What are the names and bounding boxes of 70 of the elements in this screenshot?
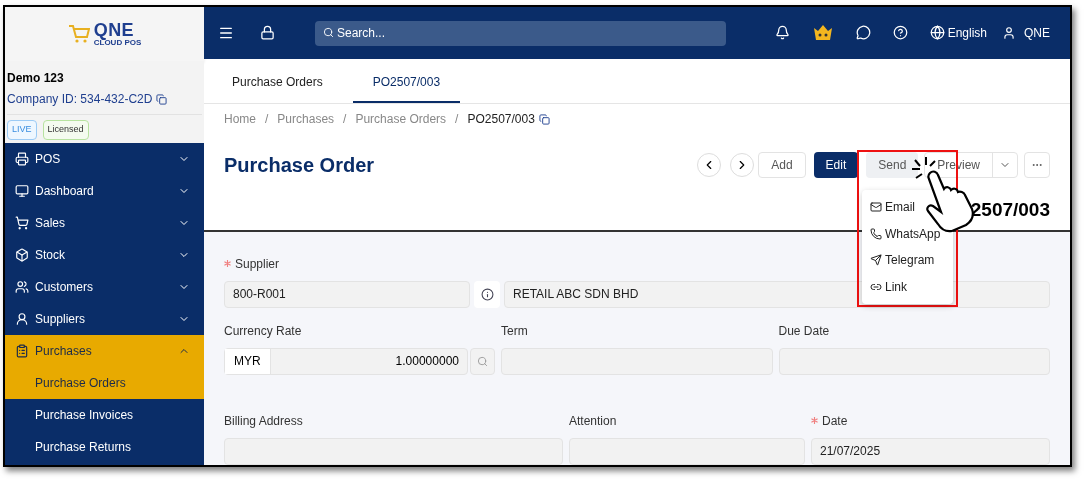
sidebar-item[interactable]: Dashboard <box>5 175 204 207</box>
search-field[interactable]: Search... <box>315 20 726 46</box>
menu-item-icon <box>15 344 29 358</box>
status-badge: Licensed <box>42 120 89 140</box>
add-button[interactable]: Add <box>758 151 806 178</box>
menu-item-icon <box>15 280 29 294</box>
language-selector[interactable]: English <box>947 23 987 42</box>
globe-icon[interactable] <box>929 25 945 41</box>
sidebar-item[interactable]: Suppliers <box>5 303 204 335</box>
sidebar-item[interactable]: Sales <box>5 207 204 239</box>
menu-item-icon <box>15 312 29 326</box>
page-title: Purchase Order <box>224 152 376 178</box>
menu-item-icon <box>15 152 29 166</box>
breadcrumb-separator: / <box>265 111 269 129</box>
sidebar-item[interactable]: Customers <box>5 271 204 303</box>
user-icon[interactable] <box>1002 25 1016 40</box>
menu-item-icon <box>15 184 29 198</box>
currency-code: MYR <box>225 349 271 374</box>
search-icon <box>477 356 488 367</box>
logo-subtitle: CLOUD POS <box>93 39 142 47</box>
menu-item-icon <box>15 216 29 230</box>
edit-button[interactable]: Edit <box>813 151 859 178</box>
copy-icon[interactable] <box>538 113 550 125</box>
tab[interactable]: Purchase Orders <box>212 63 343 104</box>
field-label: Term <box>501 323 528 340</box>
field-label: Billing Address <box>224 413 303 430</box>
company-name: Demo 123 <box>7 70 65 87</box>
field-label: Currency Rate <box>224 323 302 340</box>
field-label: Due Date <box>778 323 830 340</box>
chat-icon[interactable] <box>855 25 871 41</box>
help-icon[interactable] <box>892 25 908 41</box>
menu-item-icon <box>15 248 29 262</box>
field-label: Supplier <box>235 256 280 273</box>
paper-plane-icon <box>870 254 882 267</box>
billing-address-field[interactable] <box>224 438 563 465</box>
envelope-icon <box>870 201 882 214</box>
tab[interactable]: PO2507/003 <box>352 63 461 104</box>
breadcrumb-separator: / <box>343 111 347 129</box>
rate-value: 1.00000000 <box>394 353 460 371</box>
cart-logo-icon <box>67 24 90 44</box>
phone-icon <box>870 227 882 240</box>
date-field[interactable]: 21/07/2025 <box>811 438 1050 465</box>
menu-item[interactable]: Telegram <box>862 247 953 274</box>
sidebar-item[interactable]: Purchases <box>5 335 204 367</box>
info-button[interactable] <box>474 281 500 308</box>
field-label: Attention <box>569 413 617 430</box>
field-label: Date <box>822 413 848 430</box>
send-button[interactable]: Send <box>866 151 919 178</box>
breadcrumb-separator: / <box>455 111 459 129</box>
attention-field[interactable] <box>569 438 805 465</box>
currency-rate-field[interactable]: MYR 1.00000000 <box>224 348 468 375</box>
sidebar-subitem[interactable]: Purchase Returns <box>5 431 204 463</box>
breadcrumb-item: PO2507/003 <box>467 111 535 129</box>
sidebar-subitem[interactable]: Purchase Orders <box>5 367 204 399</box>
breadcrumb-item[interactable]: Purchases <box>277 110 335 129</box>
lock-icon[interactable] <box>260 25 275 41</box>
search-icon <box>323 27 334 39</box>
breadcrumb-item[interactable]: Purchase Orders <box>355 110 447 129</box>
breadcrumb-item[interactable]: Home <box>224 110 256 129</box>
user-name[interactable]: QNE <box>1024 23 1050 42</box>
supplier-code-field[interactable]: 800-R001 <box>224 281 470 308</box>
sidebar-item[interactable]: POS <box>5 143 204 175</box>
sidebar-item[interactable]: Stock <box>5 239 204 271</box>
company-id: Company ID: 534-432-C2D <box>7 91 153 108</box>
bell-icon[interactable] <box>774 25 790 41</box>
sidebar-subitem[interactable]: Purchase Invoices <box>5 399 204 431</box>
status-badge: LIVE <box>7 120 37 140</box>
logo-title: QNE <box>93 21 136 39</box>
copy-icon[interactable] <box>156 93 168 105</box>
info-icon <box>480 288 494 301</box>
